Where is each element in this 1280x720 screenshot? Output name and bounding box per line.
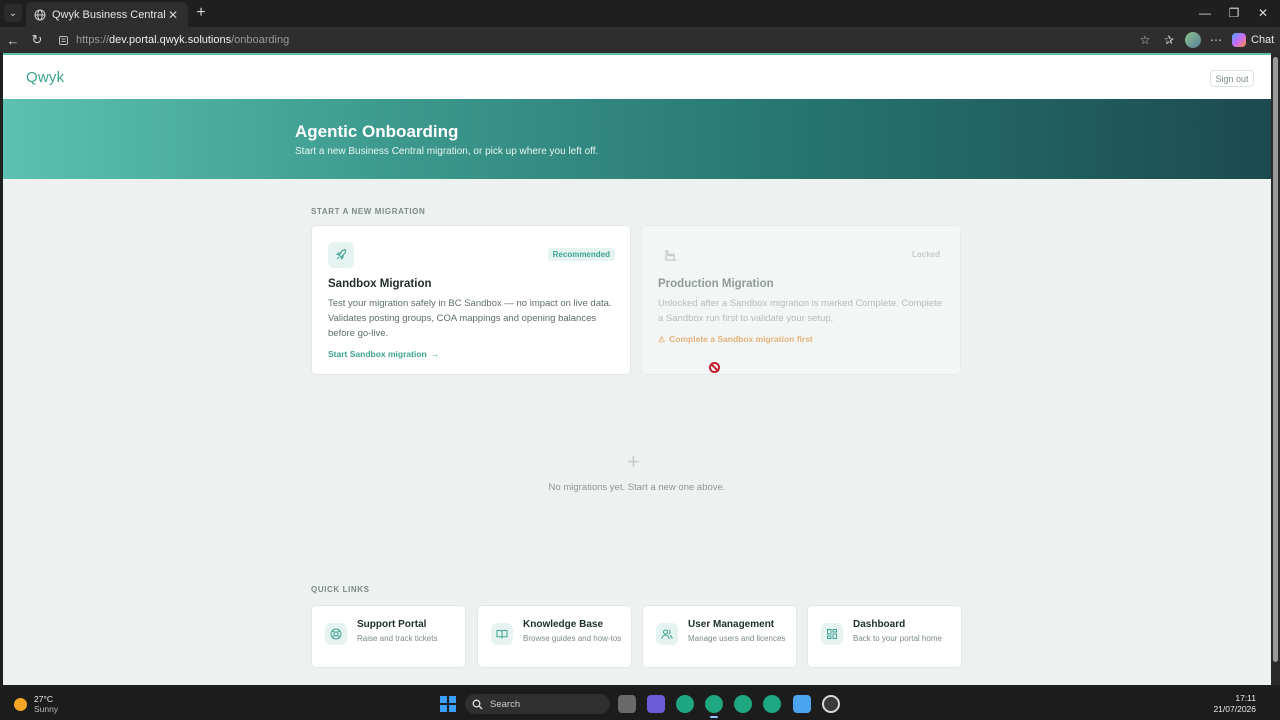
edge-profile-icon[interactable] (734, 695, 752, 713)
users-icon (656, 623, 678, 645)
quick-link-dashboard[interactable]: Dashboard Back to your portal home (807, 605, 962, 668)
quick-link-description: Manage users and licences (688, 634, 786, 643)
taskbar-clock[interactable]: 17:11 21/07/2026 (1213, 693, 1256, 715)
back-arrow-icon[interactable]: ← (4, 31, 22, 49)
browser-tab-active[interactable]: Qwyk Business Central Portal ✕ (26, 2, 188, 27)
search-placeholder: Search (490, 698, 521, 710)
quick-link-description: Browse guides and how-tos (523, 634, 622, 643)
favorite-star-icon[interactable]: ☆ (1136, 31, 1154, 49)
copilot-chat-button[interactable]: Chat (1232, 31, 1274, 49)
new-tab-plus-icon[interactable]: + (192, 4, 210, 22)
brand-logo[interactable]: Qwyk (26, 69, 64, 86)
quick-link-description: Back to your portal home (853, 634, 942, 643)
url-protocol: https:// (76, 34, 110, 46)
hero-banner: Agentic Onboarding Start a new Business … (3, 99, 1271, 179)
start-sandbox-migration-link[interactable]: Start Sandbox migration → (328, 349, 439, 359)
quick-link-title: Support Portal (357, 619, 427, 630)
scrollbar-thumb[interactable] (1273, 57, 1278, 662)
more-options-icon[interactable]: ⋯ (1207, 31, 1225, 49)
page-title: Agentic Onboarding (295, 122, 459, 141)
task-view-icon[interactable] (618, 695, 636, 713)
notepad-icon[interactable] (793, 695, 811, 713)
plus-icon: + (627, 449, 640, 474)
browser-tab-bar: ⌄ Qwyk Business Central Portal ✕ + — ❐ ✕ (0, 0, 1280, 27)
edge-icon[interactable] (676, 695, 694, 713)
quick-links-section-label: QUICK LINKS (311, 585, 370, 594)
start-sandbox-label: Start Sandbox migration (328, 349, 427, 359)
production-card-title: Production Migration (658, 278, 774, 290)
page-viewport: Qwyk Sign out Agentic Onboarding Start a… (3, 53, 1271, 685)
quick-link-user-management[interactable]: User Management Manage users and licence… (642, 605, 797, 668)
url-path: /onboarding (231, 34, 290, 46)
profile-avatar[interactable] (1185, 32, 1201, 48)
tab-actions-chevron-icon[interactable]: ⌄ (4, 4, 22, 22)
taskbar-search[interactable]: Search (465, 694, 610, 714)
app-icon[interactable] (822, 695, 840, 713)
sandbox-card-description: Test your migration safely in BC Sandbox… (328, 298, 612, 339)
window-close-icon[interactable]: ✕ (1253, 4, 1273, 22)
factory-icon (658, 242, 684, 268)
copilot-icon (1232, 33, 1246, 47)
quick-link-support-portal[interactable]: Support Portal Raise and track tickets (311, 605, 466, 668)
tab-close-icon[interactable]: ✕ (166, 8, 180, 22)
production-card-description: Unlocked after a Sandbox migration is ma… (658, 298, 943, 324)
sun-icon (14, 697, 27, 711)
globe-icon (34, 9, 46, 21)
quick-link-title: Dashboard (853, 619, 906, 630)
locked-badge: Locked (911, 250, 940, 259)
rocket-icon (328, 242, 354, 268)
not-allowed-cursor-icon (709, 362, 720, 373)
page-scrollbar[interactable] (1271, 53, 1280, 685)
complete-sandbox-first-notice: ⚠ Complete a Sandbox migration first (658, 334, 813, 344)
lifebuoy-icon (325, 623, 347, 645)
dashboard-icon (821, 623, 843, 645)
warning-triangle-icon: ⚠ (658, 334, 666, 344)
clock-time: 17:11 (1235, 693, 1256, 703)
windows-start-icon[interactable] (440, 696, 456, 712)
sandbox-migration-card[interactable]: Recommended Sandbox Migration Test your … (311, 225, 631, 375)
book-icon (491, 623, 513, 645)
quick-link-knowledge-base[interactable]: Knowledge Base Browse guides and how-tos (477, 605, 632, 668)
site-header: Qwyk Sign out (3, 55, 1271, 99)
weather-widget[interactable]: 27°C Sunny (14, 694, 58, 714)
recommended-badge: Recommended (547, 248, 615, 261)
edge-workspace-icon[interactable] (763, 695, 781, 713)
window-minimize-icon[interactable]: — (1195, 4, 1215, 22)
new-migration-section-label: START A NEW MIGRATION (311, 207, 426, 216)
url-field[interactable]: https://dev.portal.qwyk.solutions/onboar… (52, 30, 1178, 50)
edge-active-icon[interactable] (705, 695, 723, 718)
window-restore-icon[interactable]: ❐ (1224, 4, 1244, 22)
weather-temperature: 27°C (34, 694, 53, 704)
weather-condition: Sunny (34, 704, 59, 714)
chat-label: Chat (1251, 34, 1275, 46)
favorites-list-icon[interactable]: ✰ (1160, 31, 1178, 49)
sign-out-button[interactable]: Sign out (1210, 70, 1254, 87)
quick-link-title: User Management (688, 619, 775, 630)
teams-icon[interactable] (647, 695, 665, 713)
empty-state-message: No migrations yet. Start a new one above… (548, 482, 726, 493)
clock-date: 21/07/2026 (1213, 704, 1256, 714)
browser-address-bar: ← ↻ https://dev.portal.qwyk.solutions/on… (0, 27, 1280, 53)
windows-taskbar: 27°C Sunny Search 17:11 21/07/2026 (0, 688, 1280, 720)
url-host: dev.portal.qwyk.solutions (109, 34, 232, 46)
page-subtitle: Start a new Business Central migration, … (295, 146, 599, 157)
sandbox-card-title: Sandbox Migration (328, 278, 432, 290)
site-info-icon[interactable] (58, 35, 70, 46)
arrow-right-icon: → (430, 349, 440, 359)
reload-icon[interactable]: ↻ (28, 31, 46, 49)
production-migration-card: Locked Production Migration Unlocked aft… (641, 225, 961, 375)
quick-link-description: Raise and track tickets (357, 634, 438, 643)
search-icon (472, 699, 484, 710)
tab-title: Qwyk Business Central Portal (52, 8, 166, 21)
complete-sandbox-label: Complete a Sandbox migration first (669, 334, 813, 344)
quick-link-title: Knowledge Base (523, 619, 604, 630)
